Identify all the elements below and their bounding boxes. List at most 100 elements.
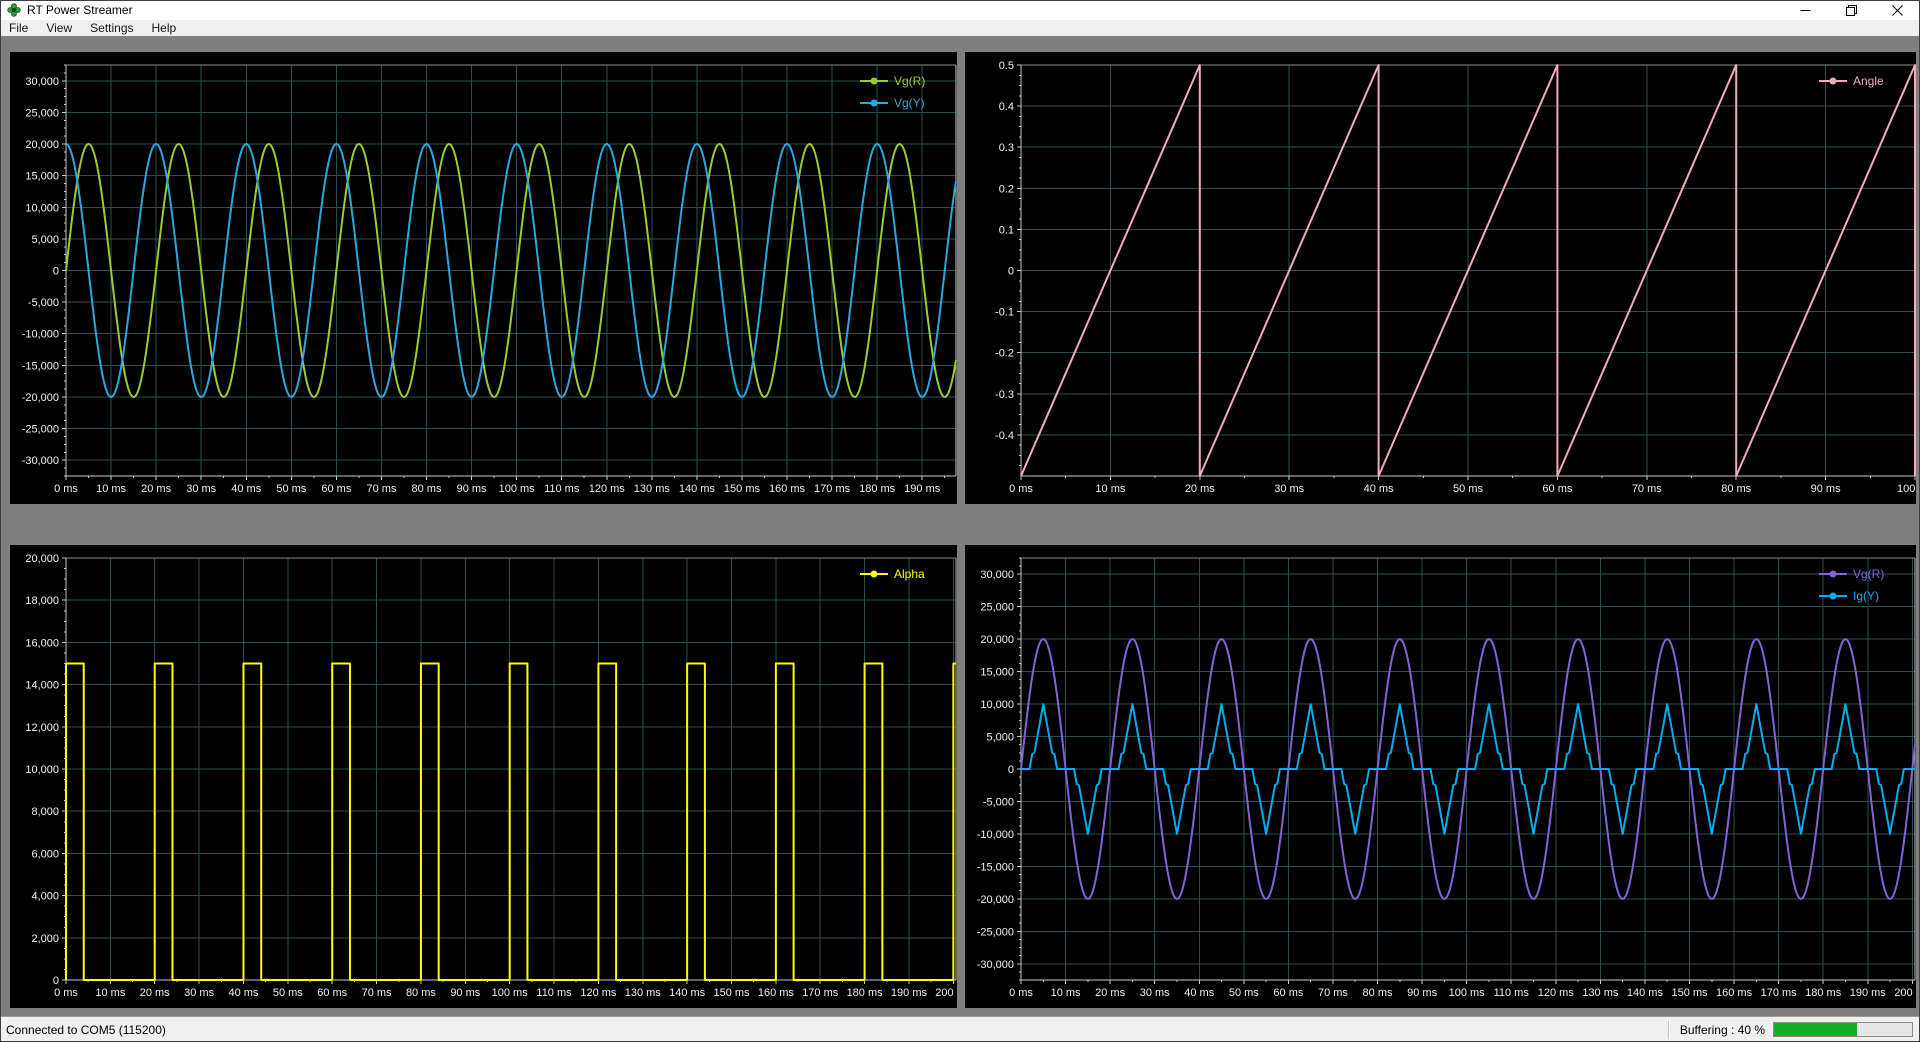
svg-text:10,000: 10,000 [25, 202, 59, 214]
legend-item-Ig(Y)[interactable]: Ig(Y) [1819, 589, 1879, 603]
axis-ticks [1017, 65, 1915, 480]
svg-text:6,000: 6,000 [31, 848, 59, 860]
svg-text:100 ms: 100 ms [1897, 483, 1916, 495]
svg-text:90 ms: 90 ms [1407, 987, 1437, 999]
chart-panel-angle[interactable]: 0 ms10 ms20 ms30 ms40 ms50 ms60 ms70 ms8… [965, 52, 1916, 504]
svg-text:-0.3: -0.3 [995, 389, 1014, 401]
svg-text:130 ms: 130 ms [625, 987, 662, 999]
svg-text:0.4: 0.4 [999, 101, 1014, 113]
svg-text:110 ms: 110 ms [1494, 987, 1530, 999]
svg-text:110 ms: 110 ms [544, 483, 580, 495]
svg-text:10 ms: 10 ms [95, 987, 125, 999]
chart-panel-alpha[interactable]: 0 ms10 ms20 ms30 ms40 ms50 ms60 ms70 ms8… [10, 545, 957, 1008]
gridlines [66, 65, 956, 476]
svg-text:100 ms: 100 ms [1449, 987, 1486, 999]
menu-settings[interactable]: Settings [81, 20, 142, 36]
axis-labels: 0 ms10 ms20 ms30 ms40 ms50 ms60 ms70 ms8… [995, 60, 1916, 495]
svg-text:0: 0 [1008, 764, 1014, 776]
svg-text:Ig(Y): Ig(Y) [1853, 589, 1879, 603]
svg-text:8,000: 8,000 [31, 806, 59, 818]
svg-text:-10,000: -10,000 [977, 829, 1014, 841]
svg-text:50 ms: 50 ms [1229, 987, 1259, 999]
svg-text:-25,000: -25,000 [22, 424, 59, 436]
svg-text:200 ms: 200 ms [935, 987, 957, 999]
svg-text:50 ms: 50 ms [273, 987, 303, 999]
chart-svg-vg-ig: 0 ms10 ms20 ms30 ms40 ms50 ms60 ms70 ms8… [965, 545, 1916, 1008]
buffering-progress-bar [1773, 1022, 1913, 1037]
status-buffering-section: Buffering : 40 % [1668, 1021, 1913, 1039]
svg-text:80 ms: 80 ms [406, 987, 436, 999]
app-icon [7, 3, 21, 17]
svg-text:30 ms: 30 ms [1140, 987, 1170, 999]
svg-text:170 ms: 170 ms [1761, 987, 1798, 999]
svg-text:190 ms: 190 ms [904, 483, 941, 495]
svg-text:0.3: 0.3 [999, 142, 1014, 154]
restore-button[interactable] [1828, 0, 1874, 20]
svg-text:190 ms: 190 ms [891, 987, 928, 999]
svg-text:180 ms: 180 ms [847, 987, 884, 999]
svg-text:60 ms: 60 ms [317, 987, 347, 999]
svg-text:170 ms: 170 ms [802, 987, 839, 999]
svg-text:120 ms: 120 ms [1538, 987, 1575, 999]
svg-text:30,000: 30,000 [980, 569, 1014, 581]
axis-labels: 0 ms10 ms20 ms30 ms40 ms50 ms60 ms70 ms8… [977, 569, 1916, 999]
svg-text:20 ms: 20 ms [1095, 987, 1125, 999]
svg-text:-0.1: -0.1 [995, 307, 1014, 319]
legend-item-Alpha[interactable]: Alpha [860, 567, 925, 581]
svg-text:5,000: 5,000 [986, 732, 1014, 744]
svg-text:15,000: 15,000 [25, 171, 59, 183]
buffering-label: Buffering : 40 % [1680, 1023, 1765, 1037]
menu-view[interactable]: View [37, 20, 81, 36]
svg-text:30 ms: 30 ms [186, 483, 216, 495]
svg-text:-5,000: -5,000 [983, 796, 1014, 808]
svg-text:-20,000: -20,000 [22, 392, 59, 404]
svg-text:-20,000: -20,000 [977, 894, 1014, 906]
svg-text:40 ms: 40 ms [228, 987, 258, 999]
svg-text:0 ms: 0 ms [54, 483, 78, 495]
menu-file[interactable]: File [0, 20, 37, 36]
svg-text:18,000: 18,000 [25, 595, 59, 607]
svg-text:Vg(Y): Vg(Y) [894, 96, 925, 110]
chart-panel-vg-ig[interactable]: 0 ms10 ms20 ms30 ms40 ms50 ms60 ms70 ms8… [965, 545, 1916, 1008]
svg-text:80 ms: 80 ms [1363, 987, 1393, 999]
svg-text:0: 0 [1008, 266, 1014, 278]
svg-text:140 ms: 140 ms [679, 483, 716, 495]
svg-text:120 ms: 120 ms [589, 483, 626, 495]
chart-panel-grid-voltages[interactable]: 0 ms10 ms20 ms30 ms40 ms50 ms60 ms70 ms8… [10, 52, 957, 504]
status-separator [1668, 1021, 1670, 1039]
minimize-button[interactable] [1782, 0, 1828, 20]
svg-text:40 ms: 40 ms [231, 483, 261, 495]
svg-text:10 ms: 10 ms [96, 483, 126, 495]
svg-text:140 ms: 140 ms [1627, 987, 1664, 999]
chart-svg-grid-voltages: 0 ms10 ms20 ms30 ms40 ms50 ms60 ms70 ms8… [10, 52, 957, 504]
svg-text:150 ms: 150 ms [724, 483, 761, 495]
gridlines [66, 558, 956, 980]
svg-text:-15,000: -15,000 [22, 360, 59, 372]
svg-text:Vg(R): Vg(R) [1853, 567, 1884, 581]
svg-text:60 ms: 60 ms [1542, 483, 1572, 495]
menu-help[interactable]: Help [143, 20, 186, 36]
svg-text:0 ms: 0 ms [54, 987, 78, 999]
svg-text:25,000: 25,000 [980, 602, 1014, 614]
svg-text:70 ms: 70 ms [1318, 987, 1348, 999]
svg-text:0.5: 0.5 [999, 60, 1014, 72]
svg-text:50 ms: 50 ms [1453, 483, 1483, 495]
svg-text:5,000: 5,000 [31, 234, 59, 246]
legend-item-Angle[interactable]: Angle [1819, 74, 1884, 88]
svg-text:160 ms: 160 ms [769, 483, 806, 495]
svg-text:20 ms: 20 ms [1185, 483, 1215, 495]
axis-ticks [62, 558, 953, 984]
legend-item-Vg(Y)[interactable]: Vg(Y) [860, 96, 925, 110]
svg-text:160 ms: 160 ms [1716, 987, 1753, 999]
svg-text:Alpha: Alpha [894, 567, 925, 581]
window-controls [1782, 0, 1920, 20]
svg-text:20 ms: 20 ms [141, 483, 171, 495]
svg-text:10,000: 10,000 [25, 764, 59, 776]
close-button[interactable] [1874, 0, 1920, 20]
svg-text:30,000: 30,000 [25, 76, 59, 88]
svg-text:30 ms: 30 ms [184, 987, 214, 999]
svg-text:14,000: 14,000 [25, 680, 59, 692]
svg-text:Vg(R): Vg(R) [894, 74, 925, 88]
svg-text:0 ms: 0 ms [1009, 987, 1033, 999]
svg-text:-10,000: -10,000 [22, 329, 59, 341]
